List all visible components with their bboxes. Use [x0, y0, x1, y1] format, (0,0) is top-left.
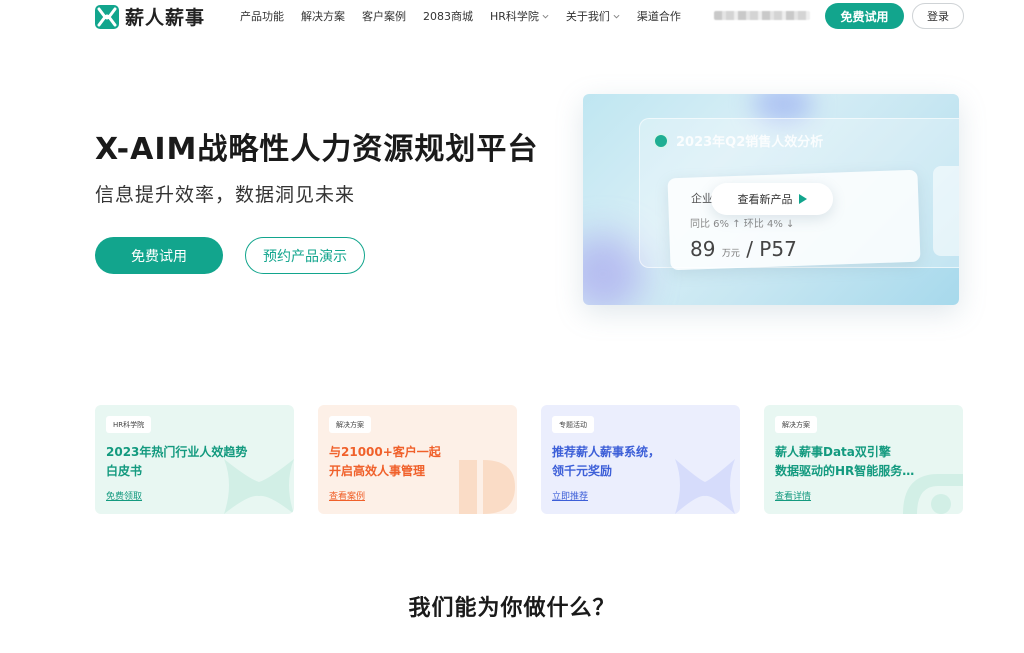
top-header: 薪人薪事 产品功能 解决方案 客户案例 2083商城 HR科学院 关于我们 渠道…: [0, 0, 1024, 32]
chevron-down-icon: [613, 14, 620, 19]
metric-compare: 同比 6% ↑ 环比 4% ↓: [690, 219, 795, 230]
decor-blob: [583, 234, 643, 305]
promo-card-customers[interactable]: 解决方案 与21000+客户一起 开启高效人事管理 查看案例: [318, 405, 517, 514]
card-tag: 解决方案: [775, 416, 817, 433]
nav-item-label: 解决方案: [301, 10, 345, 23]
hero-free-trial-button[interactable]: 免费试用: [95, 237, 223, 274]
promo-card-referral[interactable]: 专题活动 推荐薪人薪事系统， 领千元奖励 立即推荐: [541, 405, 740, 514]
metric-number: 89: [690, 237, 716, 261]
section-title: 我们能为你做什么？: [408, 596, 616, 621]
nav-item-label: HR科学院: [490, 10, 539, 23]
nav-item-label: 渠道合作: [636, 10, 681, 23]
blurred-phone-number: [714, 11, 810, 20]
hero-title: X-AIM战略性人力资源规划平台: [95, 132, 539, 167]
login-button[interactable]: 登录: [912, 3, 964, 29]
nav-item-label: 关于我们: [565, 10, 610, 23]
nav-item-mall[interactable]: 2083商城: [423, 8, 473, 24]
nav-item-label: 2083商城: [423, 10, 473, 23]
view-new-product-label: 查看新产品: [737, 193, 793, 206]
free-trial-button[interactable]: 免费试用: [825, 3, 904, 29]
hero-subtitle: 信息提升效率，数据洞见未来: [95, 184, 356, 206]
decor-shape-icon: [675, 459, 735, 514]
logo-icon: [95, 4, 119, 29]
card-title-line: 与21000+客户一起: [329, 445, 441, 459]
nav-item-label: 产品功能: [240, 10, 284, 23]
card-title: 2023年热门行业人效趋势 白皮书: [106, 443, 247, 481]
metric-level: P57: [759, 237, 797, 261]
nav-item-cases[interactable]: 客户案例: [362, 8, 406, 24]
decor-shape-icon: [459, 460, 515, 514]
card-title: 与21000+客户一起 开启高效人事管理: [329, 443, 441, 481]
card-title: 推荐薪人薪事系统， 领千元奖励: [552, 443, 660, 481]
logo[interactable]: 薪人薪事: [95, 3, 205, 30]
nav-item-about[interactable]: 关于我们: [566, 8, 620, 24]
nav-item-label: 客户案例: [362, 10, 406, 23]
main-nav: 产品功能 解决方案 客户案例 2083商城 HR科学院 关于我们 渠道合作: [240, 8, 698, 24]
book-demo-button[interactable]: 预约产品演示: [245, 237, 365, 274]
card-link[interactable]: 立即推荐: [552, 489, 588, 502]
promo-card-data-engine[interactable]: 解决方案 薪人薪事Data双引擎 数据驱动的HR智能服务… 查看详情: [764, 405, 963, 514]
card-link[interactable]: 查看案例: [329, 489, 365, 502]
card-title: 薪人薪事Data双引擎 数据驱动的HR智能服务…: [775, 443, 914, 481]
card-title-line: 数据驱动的HR智能服务…: [775, 464, 915, 478]
card-title-line: 2023年热门行业人效趋势: [106, 445, 248, 459]
panel-logo-icon: [653, 133, 669, 149]
nav-item-products[interactable]: 产品功能: [240, 8, 284, 24]
nav-item-channel[interactable]: 渠道合作: [637, 8, 681, 24]
card-title-line: 白皮书: [106, 464, 143, 478]
hero-product-visual[interactable]: 2023年Q2销售人效分析 企业 同比 6% ↑ 环比 4% ↓ 89 万元 /…: [583, 94, 959, 305]
card-link[interactable]: 免费领取: [106, 489, 142, 502]
chevron-down-icon: [542, 14, 549, 19]
side-card: [933, 166, 959, 256]
metric-value: 89 万元 / P57: [690, 237, 797, 261]
metric-separator: /: [746, 237, 760, 261]
metric-unit: 万元: [721, 249, 740, 259]
nav-item-hr-academy[interactable]: HR科学院: [490, 8, 549, 24]
card-title-line: 开启高效人事管理: [329, 464, 426, 478]
card-tag: HR科学院: [106, 416, 152, 433]
promo-card-whitepaper[interactable]: HR科学院 2023年热门行业人效趋势 白皮书 免费领取: [95, 405, 294, 514]
card-tag: 解决方案: [329, 416, 371, 433]
panel-title: 2023年Q2销售人效分析: [676, 135, 824, 150]
card-title-line: 推荐薪人薪事系统，: [552, 445, 661, 459]
card-tag: 专题活动: [552, 416, 594, 433]
card-title-line: 领千元奖励: [552, 464, 613, 478]
logo-text: 薪人薪事: [125, 7, 206, 29]
nav-item-solutions[interactable]: 解决方案: [301, 8, 345, 24]
view-new-product-button[interactable]: 查看新产品: [711, 183, 833, 215]
card-link[interactable]: 查看详情: [775, 489, 811, 502]
play-icon: [798, 194, 807, 204]
metric-label: 企业: [691, 192, 713, 205]
card-title-line: 薪人薪事Data双引擎: [775, 445, 891, 459]
